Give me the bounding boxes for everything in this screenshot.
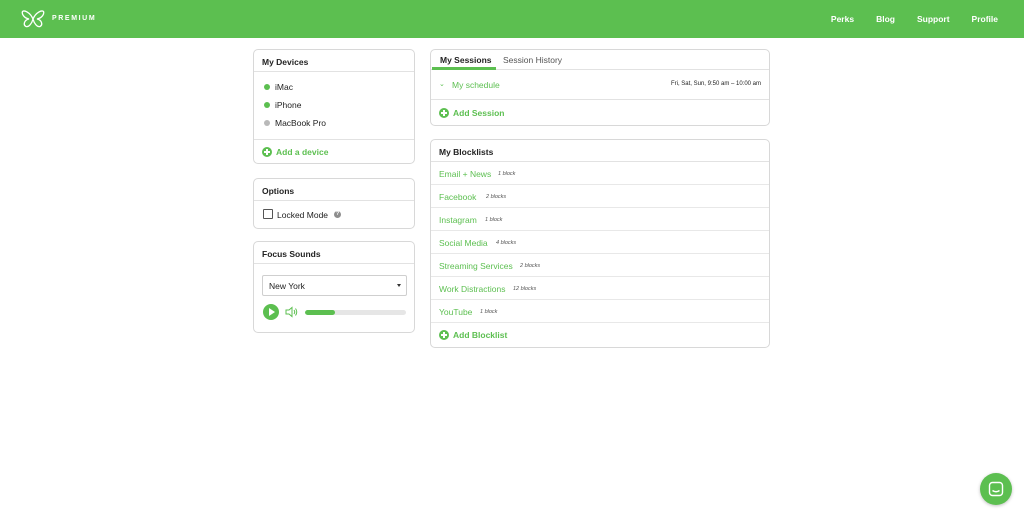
options-card: Options Locked Mode ? (253, 178, 415, 229)
blocklist-count: 1 block (480, 309, 498, 315)
blocklist-name[interactable]: YouTube (439, 307, 472, 317)
active-tab-indicator (432, 67, 496, 70)
blocklist-name[interactable]: Instagram (439, 215, 477, 225)
chat-icon (988, 481, 1004, 497)
blocklist-item[interactable]: YouTube 1 block (431, 300, 769, 323)
blocklist-item[interactable]: Work Distractions 12 blocks (431, 277, 769, 300)
sessions-card: My Sessions Session History ⌄ My schedul… (430, 49, 770, 126)
main-nav: Perks Blog Support Profile (809, 0, 998, 38)
session-tabs: My Sessions Session History (431, 50, 769, 70)
device-item-iphone[interactable]: iPhone (264, 100, 301, 110)
add-blocklist-button[interactable]: Add Blocklist (439, 330, 507, 340)
blocklist-item[interactable]: Email + News 1 block (431, 162, 769, 185)
blocklist-count: 12 blocks (513, 286, 537, 292)
tab-my-sessions[interactable]: My Sessions (440, 55, 492, 65)
blocklist-name[interactable]: Facebook (439, 192, 476, 202)
blocklists-title: My Blocklists (431, 140, 769, 162)
nav-profile[interactable]: Profile (972, 14, 998, 24)
blocklist-count: 4 blocks (496, 240, 517, 246)
online-status-icon (264, 84, 270, 90)
blocklist-name[interactable]: Work Distractions (439, 284, 505, 294)
options-title: Options (254, 179, 414, 201)
sound-select-value: New York (269, 281, 305, 291)
device-label: iPhone (275, 100, 302, 110)
plus-circle-icon (439, 108, 449, 118)
help-icon[interactable]: ? (334, 211, 341, 218)
speaker-icon[interactable] (285, 306, 299, 318)
add-blocklist-label: Add Blocklist (453, 330, 508, 340)
locked-mode-checkbox[interactable] (263, 209, 273, 219)
top-bar: PREMIUM Perks Blog Support Profile (0, 0, 1024, 38)
offline-status-icon (264, 120, 270, 126)
device-label: iMac (275, 82, 293, 92)
nav-perks[interactable]: Perks (831, 14, 854, 24)
device-item-imac[interactable]: iMac (264, 82, 293, 92)
devices-title: My Devices (254, 50, 414, 72)
focus-sounds-card: Focus Sounds New York (253, 241, 415, 333)
divider (431, 99, 769, 100)
chat-button[interactable] (980, 473, 1012, 505)
nav-blog[interactable]: Blog (876, 14, 895, 24)
blocklist-name[interactable]: Social Media (439, 238, 488, 248)
add-device-button[interactable]: Add a device (262, 147, 328, 157)
add-session-label: Add Session (453, 108, 505, 118)
blocklist-count: 2 blocks (520, 263, 541, 269)
chevron-down-icon[interactable]: ⌄ (439, 80, 445, 88)
sound-select[interactable]: New York (262, 275, 407, 296)
locked-mode-label[interactable]: Locked Mode (277, 210, 328, 220)
brand-label: PREMIUM (52, 15, 97, 22)
blocklist-item[interactable]: Facebook 2 blocks (431, 185, 769, 208)
focus-sounds-title: Focus Sounds (254, 242, 414, 264)
plus-circle-icon (439, 330, 449, 340)
butterfly-logo-icon[interactable] (21, 9, 45, 29)
blocklist-item[interactable]: Instagram 1 block (431, 208, 769, 231)
add-device-label: Add a device (276, 147, 329, 157)
add-session-button[interactable]: Add Session (439, 108, 504, 118)
volume-slider[interactable] (305, 310, 406, 315)
divider (254, 139, 414, 140)
device-item-macbook-pro[interactable]: MacBook Pro (264, 118, 326, 128)
blocklist-item[interactable]: Social Media 4 blocks (431, 231, 769, 254)
nav-support[interactable]: Support (917, 14, 950, 24)
blocklist-item[interactable]: Streaming Services 2 blocks (431, 254, 769, 277)
devices-card: My Devices iMac iPhone MacBook Pro Add a… (253, 49, 415, 164)
tab-session-history[interactable]: Session History (503, 55, 562, 65)
schedule-time: Fri, Sat, Sun, 9:50 am – 10:00 am (670, 81, 761, 87)
blocklist-count: 1 block (498, 171, 516, 177)
plus-circle-icon (262, 147, 272, 157)
blocklist-name[interactable]: Email + News (439, 169, 491, 179)
schedule-name[interactable]: My schedule (452, 80, 500, 90)
play-button[interactable] (263, 304, 279, 320)
volume-slider-fill (305, 310, 336, 315)
caret-down-icon (397, 284, 401, 287)
blocklists-card: My Blocklists Email + News 1 block Faceb… (430, 139, 770, 348)
online-status-icon (264, 102, 270, 108)
blocklist-count: 2 blocks (486, 194, 507, 200)
blocklist-name[interactable]: Streaming Services (439, 261, 513, 271)
device-label: MacBook Pro (275, 118, 327, 128)
blocklist-count: 1 block (485, 217, 503, 223)
